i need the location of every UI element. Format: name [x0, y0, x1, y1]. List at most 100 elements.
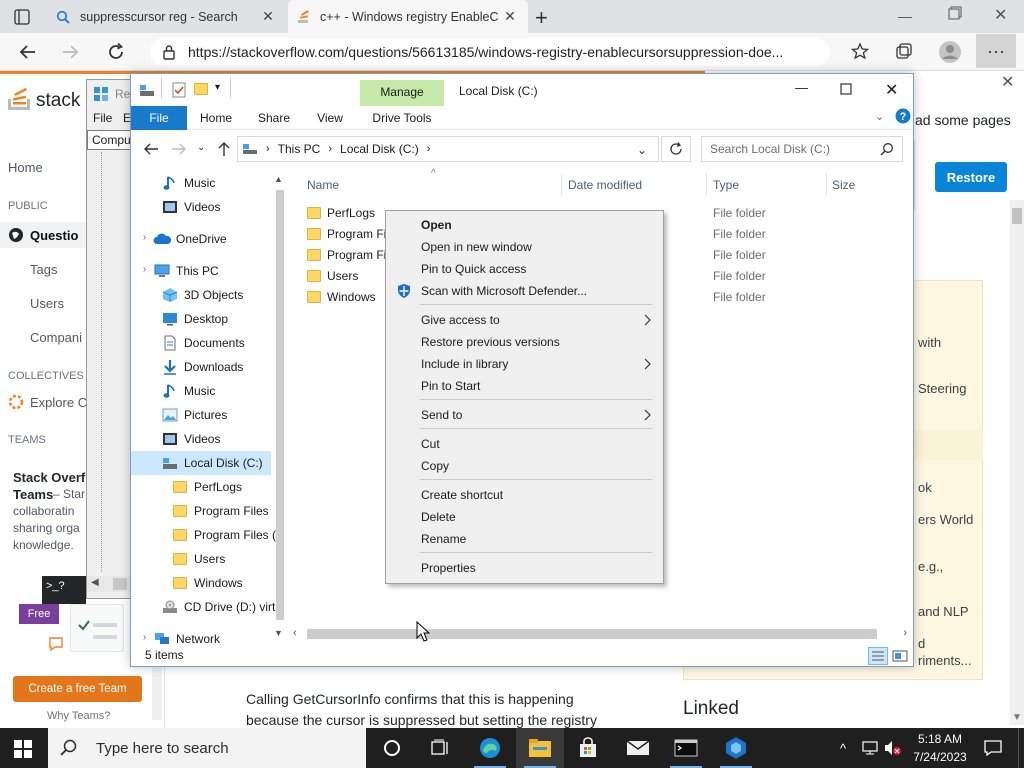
- address-dropdown-icon[interactable]: ⌄: [637, 143, 647, 157]
- close-tab-icon[interactable]: ✕: [258, 8, 278, 25]
- manage-tab[interactable]: Manage: [360, 85, 444, 99]
- up-folder-icon[interactable]: [217, 141, 231, 157]
- explorer-forward-icon[interactable]: [171, 142, 187, 156]
- close-tab-icon[interactable]: ✕: [500, 8, 520, 25]
- explorer-address-bar[interactable]: › This PC › Local Disk (C:) ›: [237, 136, 659, 162]
- nav-item[interactable]: Network: [153, 627, 220, 651]
- file-row[interactable]: Users: [307, 265, 358, 286]
- ctx-menu-item-pin-quick-access[interactable]: Pin to Quick access: [387, 258, 662, 280]
- nav-item[interactable]: Program Files (: [171, 523, 276, 547]
- nav-item[interactable]: 3D Objects: [161, 283, 243, 307]
- close-window-icon[interactable]: ✕: [994, 5, 1007, 25]
- new-folder-qat-icon[interactable]: [194, 83, 208, 95]
- help-icon[interactable]: ?: [895, 108, 911, 124]
- sidebar-snippet[interactable]: Steering: [918, 381, 966, 396]
- sidebar-snippet[interactable]: e.g.,: [918, 559, 943, 574]
- explorer-minimize-icon[interactable]: —: [795, 80, 808, 95]
- explorer-maximize-icon[interactable]: [840, 83, 852, 95]
- ribbon-expand-icon[interactable]: ⌄: [875, 110, 884, 123]
- details-view-icon[interactable]: [868, 647, 888, 665]
- app-taskbar-icon[interactable]: [712, 728, 760, 768]
- ctx-menu-item-cut[interactable]: Cut: [387, 433, 662, 455]
- ctx-menu-item-restore-versions[interactable]: Restore previous versions: [387, 331, 662, 353]
- breadcrumb-local-disk[interactable]: Local Disk (C:): [340, 142, 419, 156]
- nav-item[interactable]: PerfLogs: [171, 475, 242, 499]
- nav-item[interactable]: Videos: [161, 427, 220, 451]
- favorites-icon[interactable]: [850, 42, 870, 62]
- column-header-name[interactable]: Name: [307, 174, 561, 196]
- ctx-menu-item-properties[interactable]: Properties: [387, 557, 662, 579]
- file-row[interactable]: Program Fi: [307, 244, 386, 265]
- explorer-back-icon[interactable]: [143, 142, 159, 156]
- edge-browser-icon[interactable]: [466, 728, 514, 768]
- notifications-icon[interactable]: [984, 740, 1002, 756]
- address-bar[interactable]: https://stackoverflow.com/questions/5661…: [150, 38, 830, 66]
- ribbon-tab-share[interactable]: Share: [249, 106, 299, 130]
- sidebar-snippet[interactable]: d: [918, 636, 925, 651]
- scroll-down-icon[interactable]: ▼: [1012, 712, 1022, 723]
- explorer-search-input[interactable]: Search Local Disk (C:): [701, 136, 903, 162]
- restore-button[interactable]: Restore: [935, 162, 1007, 192]
- taskbar-clock[interactable]: 5:18 AM 7/24/2023: [905, 730, 975, 766]
- tab-search[interactable]: suppresscursor reg - Search ✕: [48, 0, 286, 33]
- nav-pane-scrollbar[interactable]: ▲ ▼: [273, 172, 287, 644]
- sidebar-snippet[interactable]: riments...: [918, 653, 971, 668]
- show-desktop-button[interactable]: [1018, 728, 1024, 768]
- so-nav-tags[interactable]: Tags: [30, 262, 57, 277]
- so-nav-questions[interactable]: Questio: [30, 228, 78, 243]
- network-tray-icon[interactable]: [862, 741, 878, 755]
- nav-item[interactable]: Music: [161, 171, 215, 195]
- recent-locations-icon[interactable]: ⌄: [197, 142, 205, 153]
- so-nav-users[interactable]: Users: [30, 296, 64, 311]
- volume-muted-icon[interactable]: [884, 740, 902, 756]
- regedit-menu-file[interactable]: File: [93, 111, 112, 125]
- windows-start-icon[interactable]: [14, 740, 32, 758]
- ctx-menu-item-pin-start[interactable]: Pin to Start: [387, 375, 662, 397]
- nav-item[interactable]: Windows: [171, 571, 243, 595]
- ctx-menu-item-give-access[interactable]: Give access to: [387, 309, 662, 331]
- expand-chevron-icon[interactable]: ›: [143, 232, 146, 243]
- nav-item[interactable]: Videos: [161, 195, 220, 219]
- ctx-menu-item-rename[interactable]: Rename: [387, 528, 662, 550]
- sidebar-snippet[interactable]: with: [918, 335, 941, 350]
- file-row[interactable]: Program Fi: [307, 223, 386, 244]
- breadcrumb-chevron-icon[interactable]: ›: [427, 143, 431, 155]
- collections-icon[interactable]: [894, 42, 914, 62]
- sidebar-snippet[interactable]: and NLP: [918, 604, 969, 619]
- back-icon[interactable]: [18, 42, 38, 62]
- file-list-hscrollbar[interactable]: ‹ ›: [289, 626, 913, 643]
- banner-close-icon[interactable]: ✕: [1001, 72, 1014, 92]
- nav-item[interactable]: CD Drive (D:) virt: [161, 595, 275, 619]
- create-free-team-button[interactable]: Create a free Team: [13, 676, 142, 702]
- so-logo-icon[interactable]: [8, 85, 32, 113]
- ctx-menu-item-delete[interactable]: Delete: [387, 506, 662, 528]
- sidebar-snippet[interactable]: ok: [918, 480, 932, 495]
- file-explorer-taskbar-icon[interactable]: [516, 728, 564, 768]
- expand-chevron-icon[interactable]: ›: [143, 632, 146, 643]
- breadcrumb-chevron-icon[interactable]: ›: [266, 143, 270, 155]
- ribbon-tab-file[interactable]: File: [131, 106, 187, 130]
- new-tab-button[interactable]: +: [535, 5, 548, 31]
- ribbon-tab-home[interactable]: Home: [191, 106, 241, 130]
- nav-item[interactable]: Pictures: [161, 403, 227, 427]
- cortana-icon[interactable]: [368, 728, 416, 768]
- sidebar-snippet[interactable]: ers World: [918, 512, 973, 527]
- properties-qat-icon[interactable]: [171, 82, 187, 98]
- mail-icon[interactable]: [614, 728, 662, 768]
- so-nav-home[interactable]: Home: [8, 160, 43, 175]
- ctx-menu-item-scan-defender[interactable]: Scan with Microsoft Defender...: [387, 280, 662, 302]
- profile-avatar[interactable]: [938, 40, 962, 64]
- nav-item[interactable]: This PC: [153, 259, 219, 283]
- terminal-taskbar-icon[interactable]: [662, 728, 710, 768]
- file-row[interactable]: Windows: [307, 286, 376, 307]
- store-icon[interactable]: [564, 728, 612, 768]
- breadcrumb-chevron-icon[interactable]: ›: [328, 143, 332, 155]
- refresh-folder-button[interactable]: [661, 136, 691, 162]
- expand-chevron-icon[interactable]: ›: [143, 264, 146, 275]
- file-row[interactable]: PerfLogs: [307, 202, 375, 223]
- so-nav-companies[interactable]: Compani: [30, 330, 82, 345]
- tab-stackoverflow[interactable]: c++ - Windows registry EnableC ✕: [288, 0, 528, 33]
- nav-item[interactable]: Desktop: [161, 307, 228, 331]
- ctx-menu-item-open[interactable]: Open: [387, 214, 662, 236]
- nav-item[interactable]: Program Files: [171, 499, 269, 523]
